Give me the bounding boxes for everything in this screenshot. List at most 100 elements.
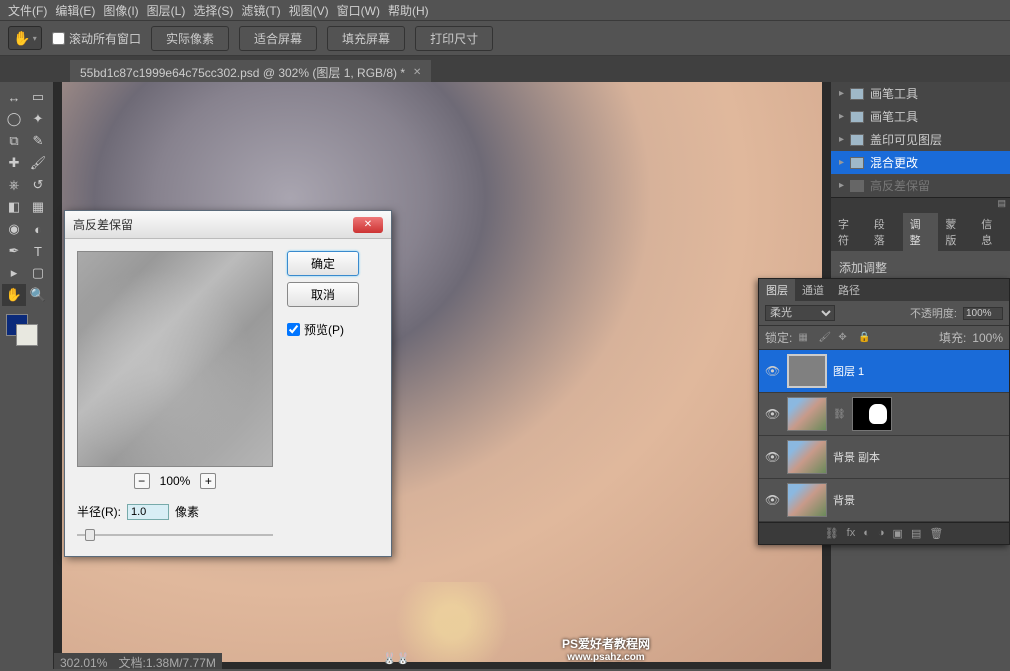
tab-channels[interactable]: 通道: [795, 279, 831, 301]
dialog-title: 高反差保留: [73, 216, 133, 233]
move-tool[interactable]: ↔: [2, 86, 26, 108]
visibility-icon[interactable]: 👁: [765, 493, 781, 507]
blur-tool[interactable]: ◉: [2, 218, 26, 240]
delete-layer-icon[interactable]: 🗑: [929, 527, 943, 540]
history-brush-tool[interactable]: ↺: [26, 174, 50, 196]
marquee-tool[interactable]: ▭: [26, 86, 50, 108]
shape-tool[interactable]: ▢: [26, 262, 50, 284]
cancel-button[interactable]: 取消: [287, 282, 359, 307]
layers-panel: 图层 通道 路径 柔光 不透明度: 100% 锁定: ▦ 🖌 ✥ 🔒 填充: 1…: [758, 278, 1010, 545]
tab-info[interactable]: 信息: [974, 213, 1010, 251]
actual-pixels-button[interactable]: 实际像素: [151, 26, 229, 51]
path-tool[interactable]: ▸: [2, 262, 26, 284]
crop-tool[interactable]: ⧉: [2, 130, 26, 152]
background-color[interactable]: [16, 324, 38, 346]
tab-paragraph[interactable]: 段落: [867, 213, 903, 251]
tab-layers[interactable]: 图层: [759, 279, 795, 301]
menu-window[interactable]: 窗口(W): [337, 2, 380, 18]
layer-mask-thumbnail[interactable]: [852, 397, 892, 431]
dialog-preview-image[interactable]: [77, 251, 273, 467]
dodge-tool[interactable]: ◐: [26, 218, 50, 240]
ok-button[interactable]: 确定: [287, 251, 359, 276]
menu-layer[interactable]: 图层(L): [147, 2, 186, 18]
fill-screen-button[interactable]: 填充屏幕: [327, 26, 405, 51]
menu-file[interactable]: 文件(F): [8, 2, 47, 18]
link-icon[interactable]: ⛓: [833, 409, 846, 420]
lock-trans-icon[interactable]: ▦: [798, 332, 812, 343]
menu-image[interactable]: 图像(I): [103, 2, 138, 18]
preview-checkbox[interactable]: 预览(P): [287, 321, 359, 338]
history-item[interactable]: ▸盖印可见图层: [831, 128, 1010, 151]
layer-thumbnail[interactable]: [787, 354, 827, 388]
hand-tool-icon[interactable]: ✋▾: [8, 26, 42, 50]
layer-row[interactable]: 👁 ⛓: [759, 393, 1009, 436]
layer-row[interactable]: 👁 图层 1: [759, 350, 1009, 393]
zoom-tool[interactable]: 🔍: [26, 284, 50, 306]
print-size-button[interactable]: 打印尺寸: [415, 26, 493, 51]
new-layer-icon[interactable]: ▤: [911, 527, 921, 540]
lock-move-icon[interactable]: ✥: [838, 332, 852, 343]
visibility-icon[interactable]: 👁: [765, 407, 781, 421]
layers-panel-footer: ⛓ fx ◐ ◑ ▣ ▤ 🗑: [759, 522, 1009, 544]
radius-input[interactable]: [127, 504, 169, 520]
heal-tool[interactable]: ✚: [2, 152, 26, 174]
type-tool[interactable]: T: [26, 240, 50, 262]
menu-filter[interactable]: 滤镜(T): [241, 2, 280, 18]
layer-name[interactable]: 背景 副本: [833, 449, 880, 465]
stamp-tool[interactable]: ⎈: [2, 174, 26, 196]
tab-paths[interactable]: 路径: [831, 279, 867, 301]
status-doc-info[interactable]: 文档:1.38M/7.77M: [119, 656, 216, 670]
visibility-icon[interactable]: 👁: [765, 364, 781, 378]
tab-adjustments[interactable]: 调整: [903, 213, 939, 251]
fill-value[interactable]: 100%: [972, 331, 1003, 345]
opacity-value[interactable]: 100%: [963, 307, 1003, 320]
scroll-all-checkbox[interactable]: 滚动所有窗口: [52, 30, 141, 47]
fx-icon[interactable]: fx: [847, 527, 856, 540]
layer-thumbnail[interactable]: [787, 483, 827, 517]
layer-thumbnail[interactable]: [787, 397, 827, 431]
eraser-tool[interactable]: ◧: [2, 196, 26, 218]
group-icon[interactable]: ▣: [893, 527, 903, 540]
close-tab-icon[interactable]: ✕: [413, 67, 421, 78]
color-swatches[interactable]: [2, 314, 51, 354]
wand-tool[interactable]: ✦: [26, 108, 50, 130]
layer-name[interactable]: 图层 1: [833, 363, 864, 379]
layer-name[interactable]: 背景: [833, 492, 855, 508]
lock-all-icon[interactable]: 🔒: [858, 332, 872, 343]
menu-help[interactable]: 帮助(H): [388, 2, 429, 18]
tab-character[interactable]: 字符: [831, 213, 867, 251]
link-layers-icon[interactable]: ⛓: [825, 527, 839, 540]
visibility-icon[interactable]: 👁: [765, 450, 781, 464]
panel-menu-icon[interactable]: ▤: [997, 198, 1006, 213]
eyedropper-tool[interactable]: ✎: [26, 130, 50, 152]
history-item[interactable]: ▸画笔工具: [831, 82, 1010, 105]
menu-edit[interactable]: 编辑(E): [55, 2, 95, 18]
fit-screen-button[interactable]: 适合屏幕: [239, 26, 317, 51]
slider-thumb[interactable]: [85, 529, 95, 541]
hand-tool[interactable]: ✋: [2, 284, 26, 306]
menu-view[interactable]: 视图(V): [289, 2, 329, 18]
layer-row[interactable]: 👁 背景 副本: [759, 436, 1009, 479]
status-zoom[interactable]: 302.01%: [60, 656, 107, 670]
brush-tool[interactable]: 🖌: [26, 152, 50, 174]
dialog-titlebar[interactable]: 高反差保留 ✕: [65, 211, 391, 239]
radius-slider[interactable]: [77, 526, 273, 544]
mask-icon[interactable]: ◐: [863, 527, 870, 540]
lasso-tool[interactable]: ◯: [2, 108, 26, 130]
layer-row[interactable]: 👁 背景: [759, 479, 1009, 522]
blend-mode-select[interactable]: 柔光: [765, 305, 835, 321]
tab-masks[interactable]: 蒙版: [938, 213, 974, 251]
zoom-in-button[interactable]: +: [200, 473, 216, 489]
dialog-close-button[interactable]: ✕: [353, 217, 383, 233]
adjustment-layer-icon[interactable]: ◑: [878, 527, 885, 540]
layer-thumbnail[interactable]: [787, 440, 827, 474]
lock-label: 锁定:: [765, 329, 792, 346]
gradient-tool[interactable]: ▦: [26, 196, 50, 218]
history-item[interactable]: ▸画笔工具: [831, 105, 1010, 128]
history-item-selected[interactable]: ▸混合更改: [831, 151, 1010, 174]
lock-paint-icon[interactable]: 🖌: [818, 332, 832, 343]
history-item[interactable]: ▸高反差保留: [831, 174, 1010, 197]
zoom-out-button[interactable]: −: [134, 473, 150, 489]
pen-tool[interactable]: ✒: [2, 240, 26, 262]
menu-select[interactable]: 选择(S): [193, 2, 233, 18]
